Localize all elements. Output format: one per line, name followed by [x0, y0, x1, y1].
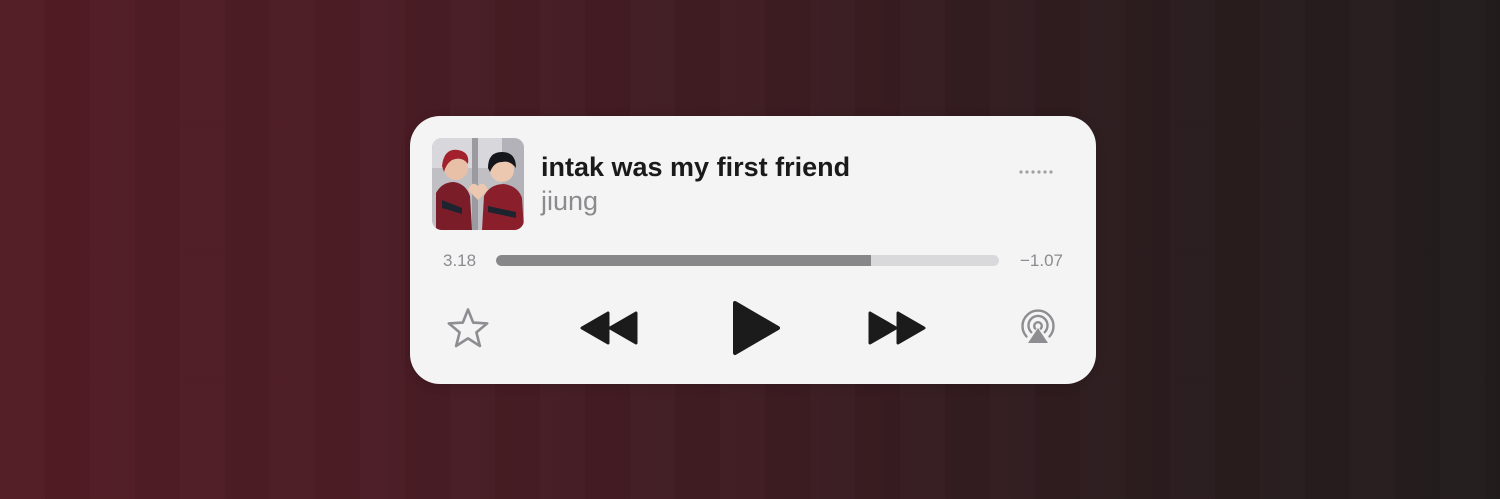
rewind-icon: [580, 311, 638, 345]
more-button[interactable]: [1018, 166, 1058, 178]
track-title: intak was my first friend: [541, 152, 851, 182]
remaining-time: −1.07: [1019, 251, 1063, 270]
album-art-image: [432, 138, 524, 230]
progress-bar[interactable]: [496, 255, 999, 266]
fast-forward-icon: [868, 311, 926, 345]
rewind-button[interactable]: [578, 306, 640, 350]
progress-fill: [496, 255, 872, 266]
album-art[interactable]: [432, 138, 524, 230]
star-icon: [447, 308, 489, 348]
airplay-icon: [1021, 309, 1055, 343]
play-button[interactable]: [726, 298, 784, 358]
more-icon: [1019, 170, 1053, 174]
fast-forward-button[interactable]: [866, 306, 928, 350]
play-icon: [733, 301, 780, 355]
now-playing-widget: intak was my first friend jiung 3.18 −1.…: [410, 116, 1096, 384]
airplay-button[interactable]: [1016, 305, 1060, 349]
track-artist[interactable]: jiung: [541, 186, 598, 217]
elapsed-time: 3.18: [443, 251, 477, 270]
favorite-button[interactable]: [446, 306, 490, 350]
